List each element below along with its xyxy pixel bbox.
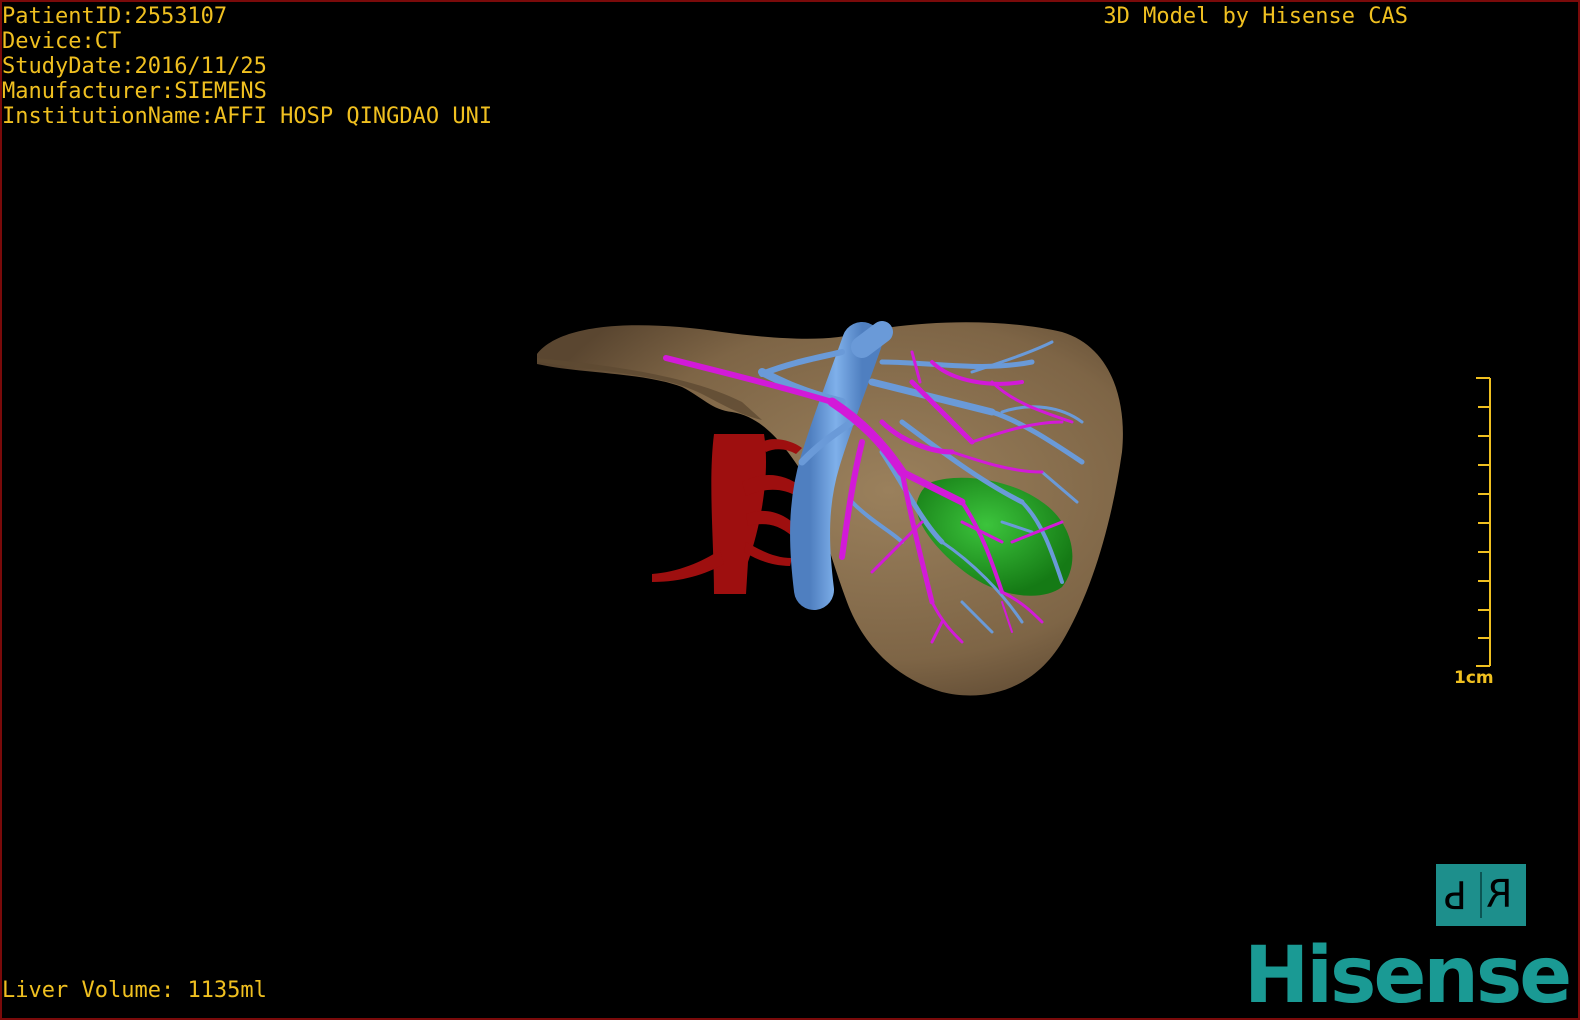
- device-label: Device:: [2, 29, 95, 54]
- patient-info-block: PatientID:2553107 Device:CT StudyDate:2016…: [2, 4, 492, 129]
- institution-line: InstitutionName:AFFI HOSP QINGDAO UNI: [2, 104, 492, 129]
- institution-value: AFFI HOSP QINGDAO UNI: [213, 104, 493, 129]
- liver-3d-model[interactable]: [2, 2, 1578, 1018]
- orientation-cube[interactable]: P R: [1436, 864, 1526, 926]
- hisense-logo: Hisense: [1244, 931, 1572, 1020]
- institution-label: InstitutionName:: [2, 104, 214, 129]
- liver-volume-label: Liver Volume:: [2, 978, 175, 1003]
- study-date-line: StudyDate:2016/11/25: [2, 54, 492, 79]
- scale-ruler: [1476, 377, 1491, 667]
- model-watermark: 3D Model by Hisense CAS: [1103, 4, 1408, 29]
- patient-id-line: PatientID:2553107: [2, 4, 492, 29]
- scale-label: 1cm: [1454, 668, 1494, 688]
- orientation-letter-left: P: [1444, 872, 1467, 916]
- patient-id-label: PatientID:: [2, 4, 135, 29]
- manufacturer-label: Manufacturer:: [2, 79, 175, 104]
- liver-volume-readout: Liver Volume: 1135ml: [2, 978, 267, 1003]
- orientation-letter-right: R: [1486, 872, 1513, 916]
- manufacturer-line: Manufacturer:SIEMENS: [2, 79, 492, 104]
- device-line: Device:CT: [2, 29, 492, 54]
- orientation-divider: [1480, 872, 1482, 918]
- liver-volume-value: 1135ml: [187, 978, 267, 1003]
- study-date-label: StudyDate:: [2, 54, 135, 79]
- 3d-viewer-viewport[interactable]: PatientID:2553107 Device:CT StudyDate:2016…: [0, 0, 1580, 1020]
- device-value: CT: [94, 29, 122, 54]
- study-date-value: 2016/11/25: [134, 54, 267, 79]
- artery-structure: [652, 434, 802, 594]
- patient-id-value: 2553107: [134, 4, 228, 29]
- manufacturer-value: SIEMENS: [174, 79, 267, 104]
